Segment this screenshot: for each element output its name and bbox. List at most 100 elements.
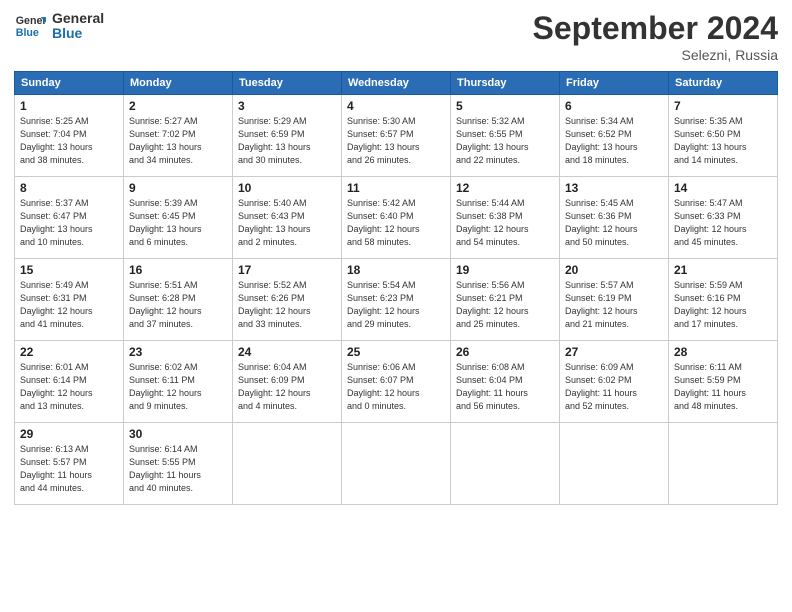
table-row: 11 Sunrise: 5:42 AMSunset: 6:40 PMDayligh…	[342, 177, 451, 259]
day-info: Sunrise: 5:45 AMSunset: 6:36 PMDaylight:…	[565, 197, 663, 249]
day-number: 29	[20, 427, 118, 441]
table-row: 13 Sunrise: 5:45 AMSunset: 6:36 PMDayligh…	[560, 177, 669, 259]
day-info: Sunrise: 5:52 AMSunset: 6:26 PMDaylight:…	[238, 279, 336, 331]
table-row: 23 Sunrise: 6:02 AMSunset: 6:11 PMDayligh…	[124, 341, 233, 423]
day-info: Sunrise: 5:39 AMSunset: 6:45 PMDaylight:…	[129, 197, 227, 249]
table-row	[342, 423, 451, 505]
table-row: 19Sunrise: 5:56 AMSunset: 6:21 PMDayligh…	[451, 259, 560, 341]
table-row	[669, 423, 778, 505]
day-number: 23	[129, 345, 227, 359]
day-info: Sunrise: 5:57 AMSunset: 6:19 PMDaylight:…	[565, 279, 663, 331]
col-sunday: Sunday	[15, 72, 124, 95]
day-info: Sunrise: 6:01 AMSunset: 6:14 PMDaylight:…	[20, 361, 118, 413]
table-row: 17 Sunrise: 5:52 AMSunset: 6:26 PMDayligh…	[233, 259, 342, 341]
table-row: 2 Sunrise: 5:27 AMSunset: 7:02 PMDaylight…	[124, 95, 233, 177]
table-row: 7 Sunrise: 5:35 AMSunset: 6:50 PMDaylight…	[669, 95, 778, 177]
day-number: 9	[129, 181, 227, 195]
day-info: Sunrise: 6:09 AMSunset: 6:02 PMDaylight:…	[565, 361, 663, 413]
day-info: Sunrise: 6:14 AMSunset: 5:55 PMDaylight:…	[129, 443, 227, 495]
day-info: Sunrise: 5:42 AMSunset: 6:40 PMDaylight:…	[347, 197, 445, 249]
day-number: 2	[129, 99, 227, 113]
table-row: 20 Sunrise: 5:57 AMSunset: 6:19 PMDayligh…	[560, 259, 669, 341]
day-number: 12	[456, 181, 554, 195]
day-info: Sunrise: 5:47 AMSunset: 6:33 PMDaylight:…	[674, 197, 772, 249]
day-number: 1	[20, 99, 118, 113]
day-info: Sunrise: 5:37 AMSunset: 6:47 PMDaylight:…	[20, 197, 118, 249]
day-info: Sunrise: 5:25 AMSunset: 7:04 PMDaylight:…	[20, 115, 118, 167]
table-row: 8 Sunrise: 5:37 AMSunset: 6:47 PMDaylight…	[15, 177, 124, 259]
col-friday: Friday	[560, 72, 669, 95]
calendar-week-row: 22 Sunrise: 6:01 AMSunset: 6:14 PMDayligh…	[15, 341, 778, 423]
table-row: 18Sunrise: 5:54 AMSunset: 6:23 PMDayligh…	[342, 259, 451, 341]
table-row: 9 Sunrise: 5:39 AMSunset: 6:45 PMDaylight…	[124, 177, 233, 259]
day-number: 13	[565, 181, 663, 195]
day-info: Sunrise: 5:29 AMSunset: 6:59 PMDaylight:…	[238, 115, 336, 167]
day-info: Sunrise: 6:13 AMSunset: 5:57 PMDaylight:…	[20, 443, 118, 495]
day-number: 27	[565, 345, 663, 359]
day-number: 5	[456, 99, 554, 113]
logo-line1: General	[52, 11, 104, 26]
table-row: 6 Sunrise: 5:34 AMSunset: 6:52 PMDaylight…	[560, 95, 669, 177]
table-row: 4Sunrise: 5:30 AMSunset: 6:57 PMDaylight…	[342, 95, 451, 177]
table-row: 10Sunrise: 5:40 AMSunset: 6:43 PMDayligh…	[233, 177, 342, 259]
day-number: 25	[347, 345, 445, 359]
day-number: 16	[129, 263, 227, 277]
day-number: 8	[20, 181, 118, 195]
day-number: 10	[238, 181, 336, 195]
table-row	[233, 423, 342, 505]
svg-text:Blue: Blue	[16, 27, 39, 39]
col-wednesday: Wednesday	[342, 72, 451, 95]
table-row: 25 Sunrise: 6:06 AMSunset: 6:07 PMDayligh…	[342, 341, 451, 423]
day-info: Sunrise: 6:02 AMSunset: 6:11 PMDaylight:…	[129, 361, 227, 413]
day-info: Sunrise: 5:59 AMSunset: 6:16 PMDaylight:…	[674, 279, 772, 331]
day-info: Sunrise: 5:27 AMSunset: 7:02 PMDaylight:…	[129, 115, 227, 167]
month-title: September 2024	[533, 10, 778, 47]
table-row: 15 Sunrise: 5:49 AMSunset: 6:31 PMDayligh…	[15, 259, 124, 341]
day-info: Sunrise: 5:49 AMSunset: 6:31 PMDaylight:…	[20, 279, 118, 331]
calendar-week-row: 8 Sunrise: 5:37 AMSunset: 6:47 PMDaylight…	[15, 177, 778, 259]
table-row: 12 Sunrise: 5:44 AMSunset: 6:38 PMDayligh…	[451, 177, 560, 259]
day-info: Sunrise: 5:54 AMSunset: 6:23 PMDaylight:…	[347, 279, 445, 331]
calendar-week-row: 15 Sunrise: 5:49 AMSunset: 6:31 PMDayligh…	[15, 259, 778, 341]
day-info: Sunrise: 6:06 AMSunset: 6:07 PMDaylight:…	[347, 361, 445, 413]
calendar-table: Sunday Monday Tuesday Wednesday Thursday…	[14, 71, 778, 505]
svg-text:General: General	[16, 15, 46, 27]
table-row	[451, 423, 560, 505]
table-row: 3 Sunrise: 5:29 AMSunset: 6:59 PMDaylight…	[233, 95, 342, 177]
day-number: 14	[674, 181, 772, 195]
day-number: 7	[674, 99, 772, 113]
col-saturday: Saturday	[669, 72, 778, 95]
table-row: 26Sunrise: 6:08 AMSunset: 6:04 PMDayligh…	[451, 341, 560, 423]
logo: General Blue General Blue	[14, 10, 104, 42]
table-row: 28Sunrise: 6:11 AMSunset: 5:59 PMDayligh…	[669, 341, 778, 423]
day-number: 22	[20, 345, 118, 359]
logo-line2: Blue	[52, 26, 104, 41]
day-number: 3	[238, 99, 336, 113]
table-row: 1 Sunrise: 5:25 AMSunset: 7:04 PMDaylight…	[15, 95, 124, 177]
title-block: September 2024 Selezni, Russia	[533, 10, 778, 63]
col-thursday: Thursday	[451, 72, 560, 95]
day-number: 24	[238, 345, 336, 359]
table-row: 22 Sunrise: 6:01 AMSunset: 6:14 PMDayligh…	[15, 341, 124, 423]
table-row: 27 Sunrise: 6:09 AMSunset: 6:02 PMDayligh…	[560, 341, 669, 423]
table-row	[560, 423, 669, 505]
table-row: 16Sunrise: 5:51 AMSunset: 6:28 PMDayligh…	[124, 259, 233, 341]
calendar-week-row: 1 Sunrise: 5:25 AMSunset: 7:04 PMDaylight…	[15, 95, 778, 177]
day-number: 17	[238, 263, 336, 277]
table-row: 29 Sunrise: 6:13 AMSunset: 5:57 PMDayligh…	[15, 423, 124, 505]
day-number: 15	[20, 263, 118, 277]
day-number: 20	[565, 263, 663, 277]
day-number: 6	[565, 99, 663, 113]
day-number: 30	[129, 427, 227, 441]
day-info: Sunrise: 6:11 AMSunset: 5:59 PMDaylight:…	[674, 361, 772, 413]
col-monday: Monday	[124, 72, 233, 95]
day-info: Sunrise: 5:44 AMSunset: 6:38 PMDaylight:…	[456, 197, 554, 249]
day-info: Sunrise: 6:08 AMSunset: 6:04 PMDaylight:…	[456, 361, 554, 413]
location-subtitle: Selezni, Russia	[533, 47, 778, 63]
day-number: 19	[456, 263, 554, 277]
table-row: 30 Sunrise: 6:14 AMSunset: 5:55 PMDayligh…	[124, 423, 233, 505]
day-info: Sunrise: 5:35 AMSunset: 6:50 PMDaylight:…	[674, 115, 772, 167]
table-row: 5Sunrise: 5:32 AMSunset: 6:55 PMDaylight…	[451, 95, 560, 177]
day-number: 11	[347, 181, 445, 195]
day-info: Sunrise: 5:34 AMSunset: 6:52 PMDaylight:…	[565, 115, 663, 167]
